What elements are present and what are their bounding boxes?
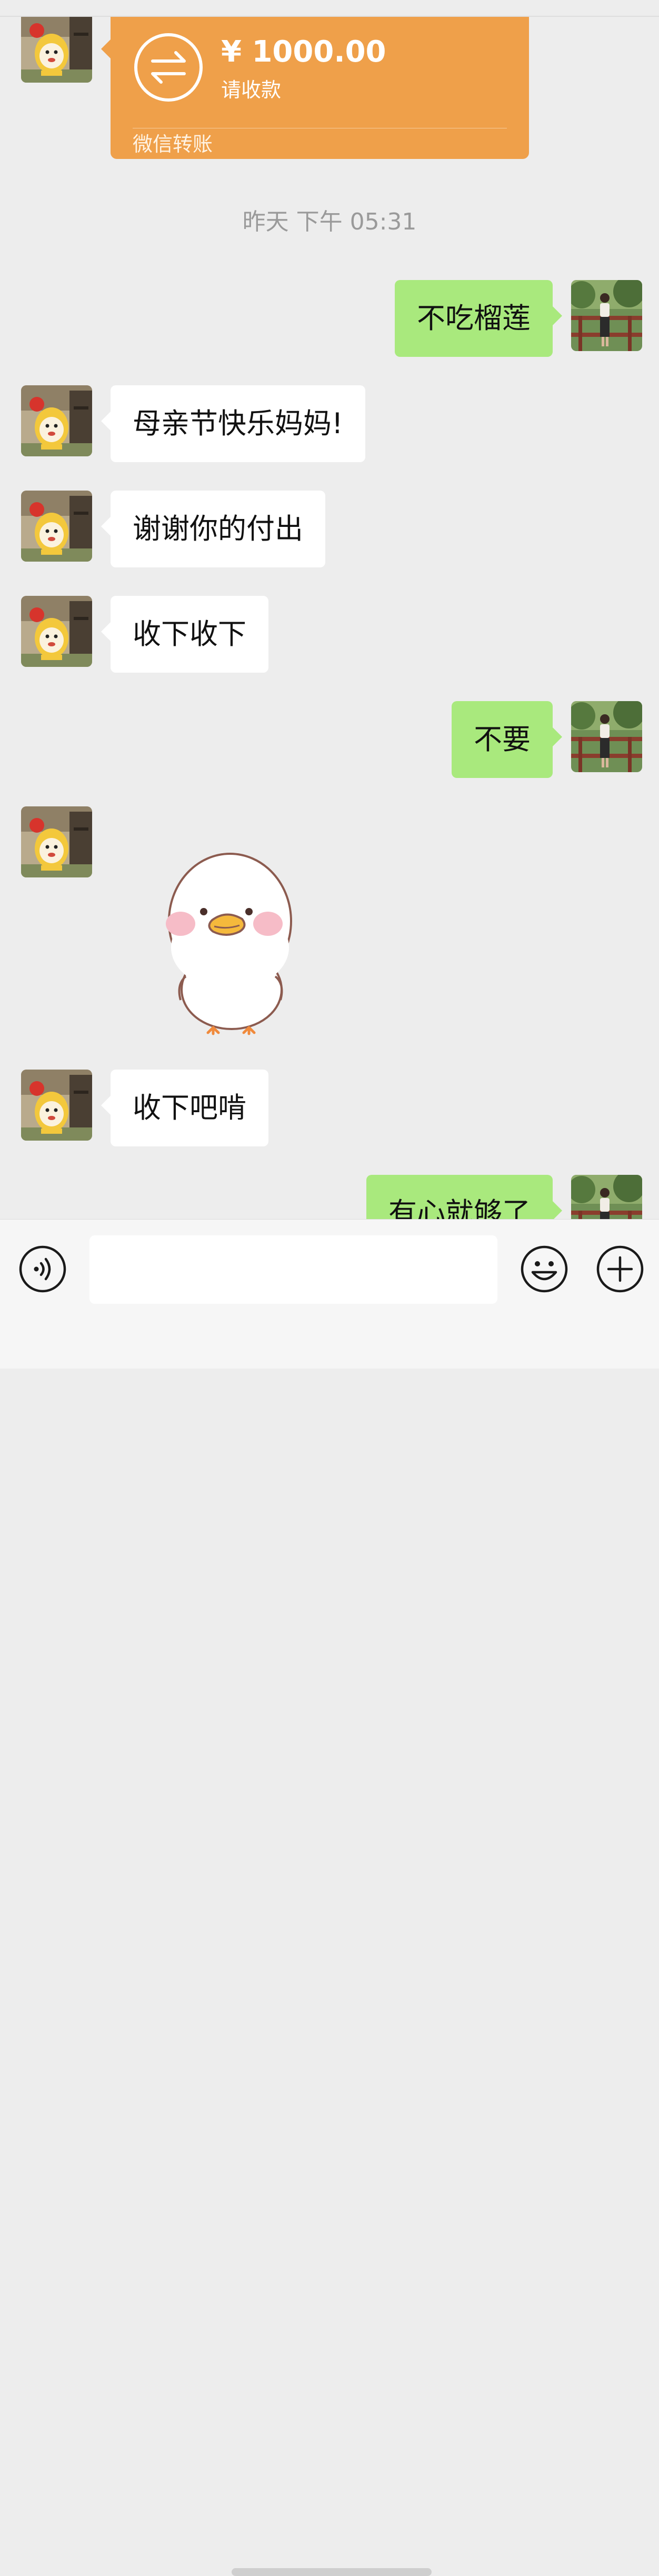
incoming-message-bubble[interactable]: 母亲节快乐妈妈! [101, 385, 365, 462]
transfer-status: 请收款 [221, 78, 282, 102]
incoming-message-bubble[interactable]: 收下收下 [101, 596, 268, 673]
wechat-transfer-card[interactable]: ¥ 1000.00 请收款 微信转账 [101, 16, 529, 159]
transfer-label: 微信转账 [133, 133, 213, 156]
incoming-message-bubble[interactable]: 收下吧啃 [101, 1070, 268, 1146]
plus-icon[interactable] [596, 1245, 644, 1293]
contact-avatar[interactable] [21, 596, 92, 667]
transfer-amount: ¥ 1000.00 [221, 35, 386, 69]
my-avatar[interactable] [571, 1175, 642, 1219]
message-input-bar [0, 1219, 659, 2576]
contact-avatar[interactable] [21, 1070, 92, 1141]
outgoing-message-bubble[interactable]: 有心就够了 [366, 1175, 562, 1219]
emoji-icon[interactable] [520, 1245, 568, 1293]
incoming-message-bubble[interactable]: 谢谢你的付出 [101, 491, 325, 567]
my-avatar[interactable] [571, 280, 642, 351]
transfer-arrows-icon [134, 33, 203, 102]
message-text-input[interactable] [89, 1235, 497, 1304]
contact-avatar[interactable] [21, 491, 92, 562]
outgoing-message-bubble[interactable]: 不要 [452, 701, 562, 778]
message-timestamp: 昨天 下午 05:31 [242, 208, 417, 235]
voice-icon[interactable] [18, 1245, 67, 1293]
chat-area[interactable]: ¥ 1000.00 请收款 微信转账 昨天 下午 05:31 不吃榴莲 母亲节快… [0, 0, 659, 1219]
my-avatar[interactable] [571, 701, 642, 772]
contact-avatar[interactable] [21, 806, 92, 877]
white-duck-sticker[interactable] [155, 842, 308, 1042]
outgoing-message-bubble[interactable]: 不吃榴莲 [395, 280, 562, 357]
top-bar-edge [0, 0, 659, 17]
contact-avatar[interactable] [21, 385, 92, 456]
contact-avatar[interactable] [21, 12, 92, 83]
home-indicator [232, 2568, 432, 2576]
